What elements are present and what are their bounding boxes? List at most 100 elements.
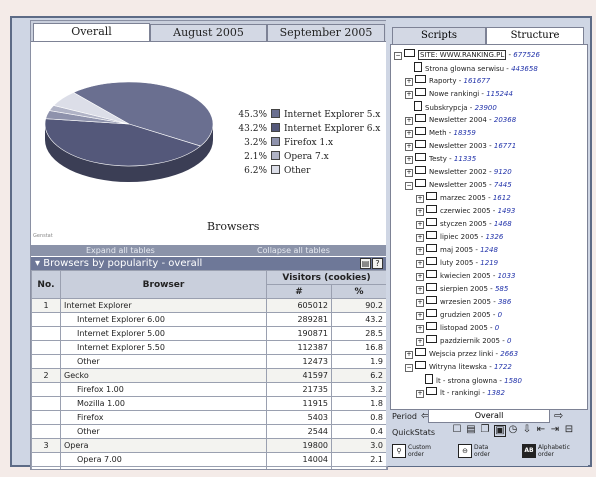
folder-icon — [426, 283, 437, 291]
tree-node[interactable]: + lipiec 2005 - 1326 — [416, 231, 503, 242]
tree-node-label: listopad 2005 — [440, 324, 488, 332]
quickstat-exit-icon[interactable]: ⇥ — [550, 425, 560, 435]
data-order-button[interactable]: ⊖ Data order — [458, 444, 490, 462]
expand-icon[interactable]: + — [416, 299, 424, 307]
row-browser: Firefox 1.00 — [60, 382, 267, 397]
expand-icon[interactable]: + — [416, 390, 424, 398]
tree-node[interactable]: + marzec 2005 - 1612 — [416, 192, 511, 203]
tree-node-count: 1033 — [497, 272, 516, 280]
tab-august-2005[interactable]: August 2005 — [150, 24, 267, 41]
custom-order-button[interactable]: ⚲ Custom order — [392, 444, 431, 462]
tree-node[interactable]: + czerwiec 2005 - 1493 — [416, 205, 515, 216]
expand-icon[interactable]: + — [416, 234, 424, 242]
row-number — [31, 452, 61, 467]
tree-node[interactable]: + maj 2005 - 1248 — [416, 244, 498, 255]
tree-node-count: 1468 — [493, 220, 512, 228]
expand-icon[interactable]: + — [416, 325, 424, 333]
tree-node-label: luty 2005 — [440, 259, 474, 267]
expand-icon[interactable]: + — [405, 78, 413, 86]
collapse-icon[interactable]: − — [405, 182, 413, 190]
expand-icon[interactable]: + — [416, 338, 424, 346]
tree-node[interactable]: + styczen 2005 - 1468 — [416, 218, 512, 229]
help-icon[interactable]: ? — [372, 258, 383, 269]
tree-node[interactable]: + luty 2005 - 1219 — [416, 257, 498, 268]
tab-scripts[interactable]: Scripts — [392, 27, 486, 44]
tab-structure[interactable]: Structure — [486, 27, 584, 44]
tree-node[interactable]: + Nowe rankingi - 115244 — [405, 88, 513, 99]
expand-icon[interactable]: + — [416, 208, 424, 216]
expand-icon[interactable]: + — [405, 156, 413, 164]
tree-node[interactable]: + wrzesien 2005 - 386 — [416, 296, 511, 307]
quickstat-download-icon[interactable]: ⇩ — [522, 425, 532, 435]
expand-icon[interactable]: + — [405, 351, 413, 359]
collapse-arrow-icon[interactable]: ▾ — [35, 258, 43, 269]
tree-node-count: 11335 — [453, 155, 477, 163]
alphabetic-order-button[interactable]: AB Alphabetic order — [522, 444, 570, 462]
tree-node[interactable]: + kwiecien 2005 - 1033 — [416, 270, 515, 281]
page-icon — [414, 101, 422, 111]
row-number: 1 — [31, 298, 61, 313]
table-row: Mozilla 1.00 11915 1.8 — [31, 396, 387, 411]
quickstat-doc-icon[interactable]: ▤ — [466, 425, 476, 435]
collapse-icon[interactable]: − — [405, 364, 413, 372]
tree-node[interactable]: Strona glowna serwisu - 443658 — [405, 62, 538, 73]
tree-node-count: 115244 — [486, 90, 513, 98]
expand-icon[interactable]: + — [405, 117, 413, 125]
table-title[interactable]: ▾ Browsers by popularity - overall — [35, 257, 202, 270]
table-row[interactable]: 2 Gecko 41597 6.2 — [31, 368, 387, 383]
expand-icon[interactable]: + — [405, 130, 413, 138]
tree-node[interactable]: + Wejscia przez linki - 2663 — [405, 348, 518, 359]
tree-node[interactable]: + Meth - 18359 — [405, 127, 476, 138]
col-count: # — [266, 284, 332, 299]
period-next-icon[interactable]: ⇨ — [554, 409, 563, 422]
expand-icon[interactable]: + — [405, 143, 413, 151]
print-icon[interactable]: ▤ — [360, 258, 371, 269]
tree-node[interactable]: + Raporty - 161677 — [405, 75, 490, 86]
tree-node[interactable]: + sierpien 2005 - 585 — [416, 283, 508, 294]
expand-icon[interactable]: + — [416, 247, 424, 255]
tree-node[interactable]: + lt - rankingi - 1382 — [416, 387, 505, 398]
tree-node[interactable]: + pazdziernik 2005 - 0 — [416, 335, 511, 346]
collapse-icon[interactable]: − — [394, 52, 402, 60]
tab-september-2005[interactable]: September 2005 — [267, 24, 385, 41]
tab-overall[interactable]: Overall — [33, 23, 150, 41]
tree-node[interactable]: − Newsletter 2005 - 7445 — [405, 179, 512, 190]
tree-node[interactable]: + Testy - 11335 — [405, 153, 476, 164]
tree-node[interactable]: + grudzien 2005 - 0 — [416, 309, 502, 320]
tree-node[interactable]: lt - strona glowna - 1580 — [416, 374, 522, 385]
expand-icon[interactable]: + — [416, 260, 424, 268]
tree-node[interactable]: − SITE: WWW.RANKING.PL - 677526 — [394, 49, 540, 60]
expand-icon[interactable]: + — [416, 195, 424, 203]
col-visitors: Visitors (cookies) — [266, 270, 387, 285]
period-select[interactable]: Overall — [428, 409, 550, 423]
quickstat-report-icon[interactable]: ▣ — [494, 425, 506, 437]
expand-icon[interactable]: + — [416, 221, 424, 229]
expand-icon[interactable]: + — [416, 273, 424, 281]
expand-icon[interactable]: + — [405, 91, 413, 99]
quickstat-page-icon[interactable]: ☐ — [452, 425, 462, 435]
pie-svg — [44, 81, 214, 182]
table-row[interactable]: 3 Opera 19800 3.0 — [31, 438, 387, 453]
tree-node[interactable]: + Newsletter 2002 - 9120 — [405, 166, 512, 177]
tree-node[interactable]: Subskrypcja - 23900 — [405, 101, 497, 112]
quickstat-clock-icon[interactable]: ◷ — [508, 425, 518, 435]
collapse-all-link[interactable]: Collapse all tables — [257, 245, 330, 256]
row-browser: Opera 8.00 — [60, 466, 267, 469]
quickstat-copy-icon[interactable]: ❐ — [480, 425, 490, 435]
row-count: 112387 — [266, 340, 332, 355]
quickstat-folder-icon[interactable]: ⊟ — [564, 425, 574, 435]
tree-node[interactable]: + Newsletter 2003 - 16771 — [405, 140, 516, 151]
legend-swatch — [271, 165, 280, 174]
table-row[interactable]: 1 Internet Explorer 605012 90.2 — [31, 298, 387, 313]
tree-node[interactable]: − Witryna litewska - 1722 — [405, 361, 512, 372]
tree-node[interactable]: + Newsletter 2004 - 20368 — [405, 114, 516, 125]
expand-all-link[interactable]: Expand all tables — [86, 245, 155, 256]
legend-swatch — [271, 151, 280, 160]
tree-node[interactable]: + listopad 2005 - 0 — [416, 322, 499, 333]
expand-icon[interactable]: + — [416, 312, 424, 320]
expand-icon[interactable]: + — [405, 169, 413, 177]
legend-label: Other — [284, 166, 311, 176]
quickstat-entry-icon[interactable]: ⇤ — [536, 425, 546, 435]
expand-icon[interactable]: + — [416, 286, 424, 294]
tree-node-count: 443658 — [511, 65, 538, 73]
